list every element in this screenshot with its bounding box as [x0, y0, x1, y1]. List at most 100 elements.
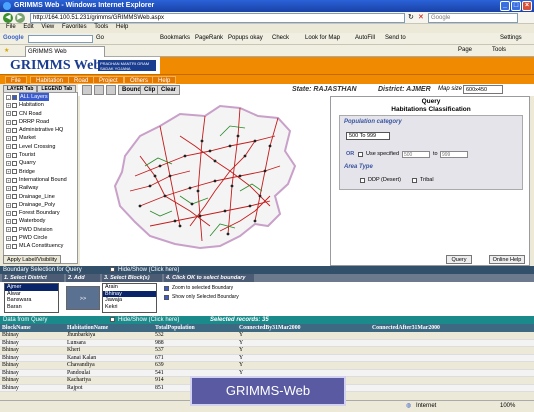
add-block-button[interactable]: >>: [66, 286, 100, 310]
expand-icon[interactable]: +: [6, 102, 11, 108]
search-input[interactable]: Google: [428, 13, 518, 23]
table-row[interactable]: Bhinay Kanai Kalan 671 Y: [0, 354, 534, 362]
send-to-item[interactable]: Send to: [385, 35, 406, 41]
tribal-checkbox[interactable]: [412, 178, 417, 183]
column-header[interactable]: BlockName: [0, 324, 65, 332]
tab-grimms-web[interactable]: GRIMMS Web: [25, 46, 105, 57]
expand-icon[interactable]: +: [6, 136, 11, 142]
layer-item[interactable]: + Market: [4, 134, 77, 142]
zoom-out-tool-icon[interactable]: [106, 85, 116, 95]
expand-icon[interactable]: +: [6, 144, 11, 150]
layer-item[interactable]: + Waterbody: [4, 217, 77, 225]
close-button[interactable]: ×: [522, 1, 532, 11]
forward-icon[interactable]: ▶: [15, 13, 25, 23]
layer-checkbox[interactable]: [12, 111, 17, 117]
expand-icon[interactable]: +: [6, 235, 11, 241]
menu-file[interactable]: File: [6, 24, 16, 30]
zoom-level[interactable]: 100%: [500, 401, 515, 412]
menu-view[interactable]: View: [41, 24, 54, 30]
table-row[interactable]: Bhinay Jhunbarkiya 532 Y: [0, 331, 534, 340]
query-button[interactable]: Query: [446, 255, 472, 264]
expand-icon[interactable]: +: [6, 177, 11, 183]
menu-tools[interactable]: Tools: [94, 24, 108, 30]
layer-checkbox[interactable]: [12, 227, 17, 233]
expand-icon[interactable]: -: [6, 94, 11, 100]
expand-icon[interactable]: +: [6, 194, 11, 200]
layer-checkbox[interactable]: [12, 136, 17, 142]
layer-item[interactable]: + Forest Boundary: [4, 209, 77, 217]
google-search-input[interactable]: [28, 35, 93, 43]
app-menu-habitation[interactable]: Habitation: [30, 76, 70, 84]
boundary-toggle-checkbox[interactable]: [110, 267, 115, 272]
layer-checkbox[interactable]: [12, 194, 17, 200]
pan-tool-icon[interactable]: [82, 85, 92, 95]
list-item[interactable]: Baran: [5, 304, 58, 311]
back-icon[interactable]: ◀: [3, 13, 13, 23]
maximize-button[interactable]: □: [511, 1, 521, 11]
layer-item[interactable]: + DRRP Road: [4, 118, 77, 126]
expand-icon[interactable]: +: [6, 243, 11, 249]
ddp-checkbox[interactable]: [360, 178, 365, 183]
go-button[interactable]: Go: [96, 35, 104, 41]
layer-checkbox[interactable]: [12, 94, 17, 100]
population-category-select[interactable]: 500 To 999: [346, 132, 390, 140]
look-for-map-item[interactable]: Look for Map: [305, 35, 340, 41]
expand-icon[interactable]: +: [6, 227, 11, 233]
app-menu-help[interactable]: Help: [152, 76, 177, 84]
menu-edit[interactable]: Edit: [23, 24, 33, 30]
column-header[interactable]: TotalPopulation: [153, 324, 237, 332]
population-to-input[interactable]: 999: [440, 151, 468, 158]
apply-label-visibility-button[interactable]: Apply Label/Visibility: [3, 255, 61, 264]
layer-checkbox[interactable]: [12, 152, 17, 158]
layer-checkbox[interactable]: [12, 177, 17, 183]
layer-checkbox[interactable]: [12, 219, 17, 225]
column-header[interactable]: ConnectedAfter31Mar2000: [370, 324, 534, 332]
data-hide-show[interactable]: Hide/Show (Click here): [118, 316, 179, 324]
table-row[interactable]: Bhinay Lunsara 988 Y: [0, 339, 534, 347]
data-from-query-bar[interactable]: Data from Query Hide/Show (Click here) S…: [0, 316, 534, 324]
use-specified-checkbox[interactable]: [358, 152, 363, 157]
menu-favorites[interactable]: Favorites: [62, 24, 87, 30]
table-row[interactable]: Bhinay Chavandiya 639 Y: [0, 361, 534, 370]
show-selected-checkbox[interactable]: [164, 295, 169, 300]
online-help-button[interactable]: Online Help: [489, 255, 525, 264]
layer-item[interactable]: + Railway: [4, 184, 77, 192]
population-from-input[interactable]: 500: [402, 151, 430, 158]
expand-icon[interactable]: +: [6, 161, 11, 167]
layer-item[interactable]: + PWD Division: [4, 226, 77, 234]
expand-icon[interactable]: +: [6, 210, 11, 216]
menu-help[interactable]: Help: [116, 24, 128, 30]
zoom-in-tool-icon[interactable]: [94, 85, 104, 95]
layer-checkbox[interactable]: [12, 119, 17, 125]
map-size-select[interactable]: 600x450: [463, 85, 503, 94]
stop-icon[interactable]: ✕: [418, 13, 424, 21]
expand-icon[interactable]: +: [6, 119, 11, 125]
expand-icon[interactable]: +: [6, 152, 11, 158]
zoom-boundary-checkbox[interactable]: [164, 286, 169, 291]
expand-icon[interactable]: +: [6, 111, 11, 117]
layer-item[interactable]: + PWD Circle: [4, 234, 77, 242]
expand-icon[interactable]: +: [6, 185, 11, 191]
favorites-star-icon[interactable]: ★: [4, 47, 9, 54]
expand-icon[interactable]: +: [6, 202, 11, 208]
block-listbox[interactable]: Arain Bhinay Jawaja Kekri: [102, 283, 157, 313]
refresh-icon[interactable]: ↻: [408, 13, 414, 21]
app-menu-file[interactable]: File: [5, 76, 27, 84]
expand-icon[interactable]: +: [6, 127, 11, 133]
expand-icon[interactable]: +: [6, 169, 11, 175]
minimize-button[interactable]: _: [500, 1, 510, 11]
expand-icon[interactable]: +: [6, 219, 11, 225]
check-item[interactable]: Check: [272, 35, 289, 41]
clear-button[interactable]: Clear: [157, 85, 181, 95]
layer-checkbox[interactable]: [12, 144, 17, 150]
table-row[interactable]: Bhinay Kheri 537 Y: [0, 346, 534, 355]
district-listbox[interactable]: Ajmer Alwar Banswara Baran: [4, 283, 59, 313]
layer-item[interactable]: - ALL Layers: [4, 93, 77, 102]
boundary-selection-bar[interactable]: Boundary Selection for Query Hide/Show (…: [0, 266, 534, 274]
column-header[interactable]: HabitationName: [65, 324, 153, 332]
column-header[interactable]: ConnectedBy31Mar2000: [237, 324, 370, 332]
layer-item[interactable]: + Tourist: [4, 151, 77, 159]
layer-item[interactable]: + Administrative HQ: [4, 126, 77, 134]
layer-item[interactable]: + Drainage_Poly: [4, 201, 77, 209]
settings-item[interactable]: Settings: [500, 35, 522, 41]
